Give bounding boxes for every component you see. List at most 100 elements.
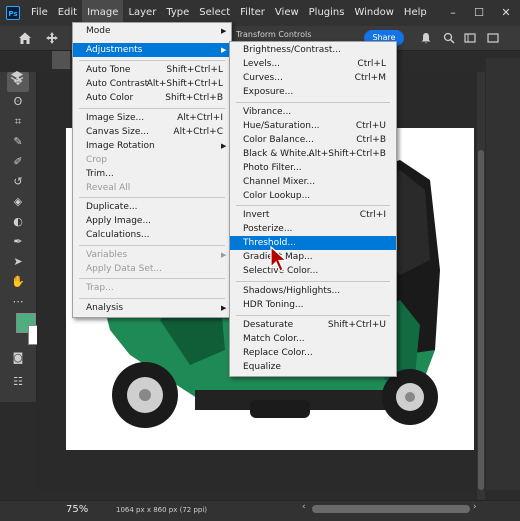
scroll-right-icon[interactable]: ›: [473, 502, 477, 512]
menu-item-posterize[interactable]: Posterize...: [230, 222, 396, 236]
menu-plugins[interactable]: Plugins: [304, 0, 350, 26]
menu-separator: [236, 315, 390, 316]
menu-item-duplicate[interactable]: Duplicate...: [73, 200, 231, 214]
menu-item-brightness-contrast[interactable]: Brightness/Contrast...: [230, 43, 396, 57]
menu-item-shortcut: Shift+Ctrl+L: [166, 65, 223, 75]
menu-item-exposure[interactable]: Exposure...: [230, 85, 396, 99]
maximize-button[interactable]: ☐: [466, 0, 492, 26]
submenu-arrow-icon: ▶: [221, 251, 227, 259]
menu-filter[interactable]: Filter: [235, 0, 270, 26]
bell-icon[interactable]: [420, 32, 432, 44]
menu-item-label: Trim...: [86, 169, 114, 179]
menu-item-selective-color[interactable]: Selective Color...: [230, 264, 396, 278]
menu-item-mode[interactable]: Mode ▶: [73, 24, 231, 38]
menu-item-levels[interactable]: Levels... Ctrl+L: [230, 57, 396, 71]
menu-item-shadows-highlights[interactable]: Shadows/Highlights...: [230, 284, 396, 298]
horizontal-scrollbar-thumb[interactable]: [312, 505, 470, 513]
scroll-left-icon[interactable]: ‹: [302, 502, 306, 512]
menu-item-desaturate[interactable]: Desaturate Shift+Ctrl+U: [230, 318, 396, 332]
menu-item-color-lookup[interactable]: Color Lookup...: [230, 189, 396, 203]
photoshop-logo-icon: Ps: [6, 6, 20, 20]
menu-item-invert[interactable]: Invert Ctrl+I: [230, 208, 396, 222]
close-button[interactable]: ✕: [493, 0, 519, 26]
submenu-arrow-icon: ▶: [221, 27, 227, 35]
menu-separator: [79, 298, 225, 299]
menu-item-label: Shadows/Highlights...: [243, 286, 341, 296]
minimize-button[interactable]: –: [440, 0, 466, 26]
menu-item-label: Invert: [243, 210, 270, 220]
menu-item-image-size[interactable]: Image Size... Alt+Ctrl+I: [73, 111, 231, 125]
quick-mask-icon[interactable]: ◙: [7, 348, 29, 368]
menu-item-image-rotation[interactable]: Image Rotation ▶: [73, 139, 231, 153]
menu-item-apply-image[interactable]: Apply Image...: [73, 214, 231, 228]
menu-file[interactable]: File: [26, 0, 53, 26]
menu-help[interactable]: Help: [399, 0, 432, 26]
menu-item-vibrance[interactable]: Vibrance...: [230, 105, 396, 119]
menu-separator: [79, 60, 225, 61]
document-info[interactable]: 1064 px x 860 px (72 ppi): [116, 506, 207, 514]
paint-bucket-tool-icon[interactable]: ◈: [7, 192, 29, 212]
edit-toolbar-icon[interactable]: ☷: [7, 372, 29, 392]
menu-item-auto-color[interactable]: Auto Color Shift+Ctrl+B: [73, 91, 231, 105]
menu-item-match-color[interactable]: Match Color...: [230, 332, 396, 346]
menu-item-replace-color[interactable]: Replace Color...: [230, 346, 396, 360]
move-tool-option-icon[interactable]: [46, 32, 58, 44]
menu-view[interactable]: View: [270, 0, 304, 26]
pen-tool-icon[interactable]: ✒: [7, 232, 29, 252]
menu-item-shortcut: Alt+Shift+Ctrl+B: [308, 149, 386, 159]
menu-item-canvas-size[interactable]: Canvas Size... Alt+Ctrl+C: [73, 125, 231, 139]
menu-item-equalize[interactable]: Equalize: [230, 360, 396, 374]
menu-item-label: Levels...: [243, 59, 281, 69]
menu-item-photo-filter[interactable]: Photo Filter...: [230, 161, 396, 175]
window-layout-icon[interactable]: [487, 32, 499, 44]
menu-item-auto-tone[interactable]: Auto Tone Shift+Ctrl+L: [73, 63, 231, 77]
submenu-arrow-icon: ▶: [221, 46, 227, 54]
brush-tool-icon[interactable]: ✐: [7, 152, 29, 172]
menu-item-threshold[interactable]: Threshold...: [230, 236, 396, 250]
right-panel-strip: [486, 58, 520, 490]
menu-item-label: Color Lookup...: [243, 191, 311, 201]
search-icon[interactable]: [443, 32, 455, 44]
menu-item-label: Replace Color...: [243, 348, 313, 358]
menu-item-auto-contrast[interactable]: Auto Contrast Alt+Shift+Ctrl+L: [73, 77, 231, 91]
zoom-level[interactable]: 75%: [66, 504, 88, 515]
menu-item-label: Mode: [86, 26, 111, 36]
menu-item-label: Posterize...: [243, 224, 293, 234]
menu-item-gradient-map[interactable]: Gradient Map...: [230, 250, 396, 264]
menu-item-label: Duplicate...: [86, 202, 138, 212]
history-brush-tool-icon[interactable]: ↺: [7, 172, 29, 192]
eyedropper-tool-icon[interactable]: ✎: [7, 132, 29, 152]
menu-window[interactable]: Window: [349, 0, 398, 26]
home-icon[interactable]: [18, 31, 32, 45]
crop-tool-icon[interactable]: ⌗: [7, 112, 29, 132]
path-select-tool-icon[interactable]: ➤: [7, 252, 29, 272]
workspace-icon[interactable]: [464, 32, 476, 44]
menu-item-shortcut: Shift+Ctrl+B: [165, 93, 223, 103]
dodge-tool-icon[interactable]: ◐: [7, 212, 29, 232]
menu-item-trap: Trap...: [73, 281, 231, 295]
menu-item-calculations[interactable]: Calculations...: [73, 228, 231, 242]
menu-item-analysis[interactable]: Analysis ▶: [73, 301, 231, 315]
menu-item-trim[interactable]: Trim...: [73, 167, 231, 181]
document-tab[interactable]: [52, 51, 70, 69]
menu-item-hdr-toning[interactable]: HDR Toning...: [230, 298, 396, 312]
menu-item-color-balance[interactable]: Color Balance... Ctrl+B: [230, 133, 396, 147]
menu-item-channel-mixer[interactable]: Channel Mixer...: [230, 175, 396, 189]
menu-item-label: Auto Color: [86, 93, 134, 103]
lasso-tool-icon[interactable]: ʘ: [7, 92, 29, 112]
menu-item-label: Equalize: [243, 362, 281, 372]
more-tools-icon[interactable]: ⋯: [7, 292, 29, 312]
hand-tool-icon[interactable]: ✋: [7, 272, 29, 292]
menu-separator: [236, 281, 390, 282]
vertical-scrollbar-thumb[interactable]: [478, 150, 484, 490]
menu-item-label: Exposure...: [243, 87, 294, 97]
layers-icon[interactable]: [10, 70, 24, 84]
menu-item-curves[interactable]: Curves... Ctrl+M: [230, 71, 396, 85]
transform-controls-label[interactable]: Transform Controls: [236, 30, 311, 39]
menu-item-adjustments[interactable]: Adjustments ▶: [73, 43, 231, 57]
menu-item-label: Match Color...: [243, 334, 305, 344]
menu-item-shortcut: Ctrl+I: [359, 210, 386, 220]
menu-item-black-white[interactable]: Black & White... Alt+Shift+Ctrl+B: [230, 147, 396, 161]
menu-item-hue-saturation[interactable]: Hue/Saturation... Ctrl+U: [230, 119, 396, 133]
menu-separator: [79, 197, 225, 198]
